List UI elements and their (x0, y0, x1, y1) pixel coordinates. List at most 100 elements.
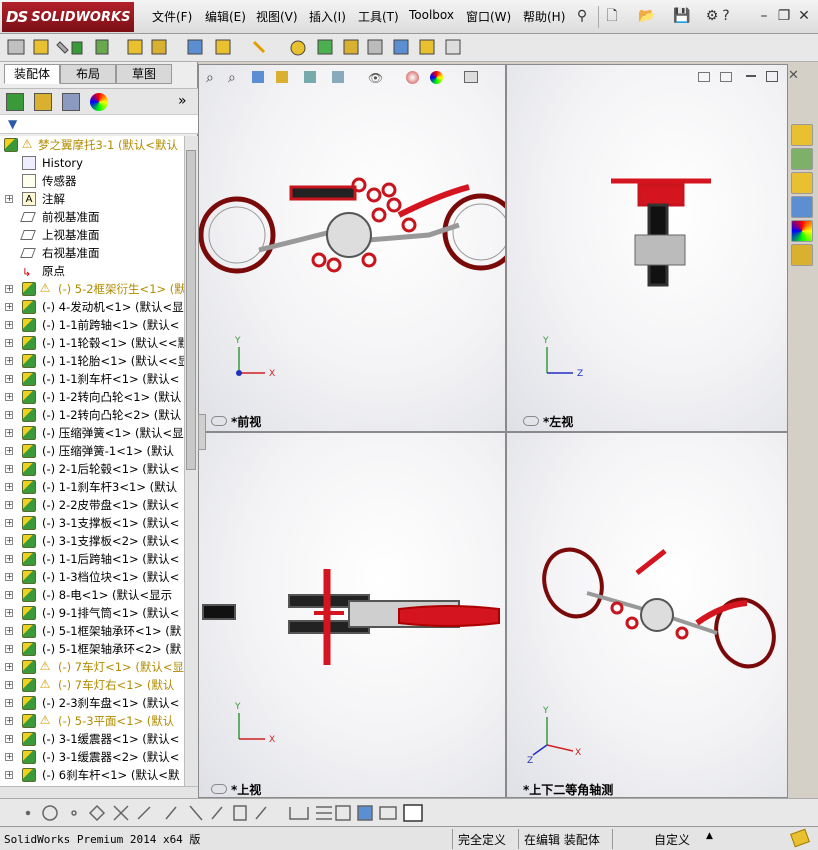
expand-plus-icon[interactable]: + (5, 519, 13, 527)
expand-plus-icon[interactable]: + (5, 411, 13, 419)
tree-item[interactable]: + (-) 6刹车杆<1> (默认<默 (0, 766, 184, 784)
expand-chevron-icon[interactable]: » (178, 93, 187, 109)
configuration-manager-icon[interactable] (62, 93, 80, 111)
pin-icon[interactable]: ⚲ (574, 8, 590, 24)
design-library-icon[interactable] (791, 148, 813, 170)
menu-insert[interactable]: 插入(I) (309, 8, 346, 26)
link-views-icon[interactable] (523, 416, 539, 426)
viewport-isometric[interactable]: Y X Z *上下二等角轴测 (506, 432, 788, 798)
tree-item[interactable]: + (-) 1-2转向凸轮<2> (默认 (0, 406, 184, 424)
file-explorer-icon[interactable] (791, 172, 813, 194)
expand-plus-icon[interactable]: + (5, 483, 13, 491)
expand-plus-icon[interactable]: + (5, 195, 13, 203)
tree-item[interactable]: + (-) 2-1后轮毂<1> (默认< (0, 460, 184, 478)
expand-plus-icon[interactable]: + (5, 321, 13, 329)
viewport-left[interactable]: Y Z *左视 (506, 64, 788, 432)
close-icon[interactable]: ✕ (796, 8, 812, 24)
tree-item[interactable]: 右视基准面 (0, 244, 184, 262)
expand-plus-icon[interactable]: + (5, 663, 13, 671)
tree-item[interactable]: + ⚠ (-) 5-3平面<1> (默认 (0, 712, 184, 730)
property-manager-icon[interactable] (34, 93, 52, 111)
tree-item[interactable]: + (-) 1-3档位块<1> (默认< (0, 568, 184, 586)
status-units-custom[interactable]: 自定义 (654, 831, 690, 847)
panel-collapse-handle[interactable] (198, 414, 206, 450)
menu-toolbox[interactable]: Toolbox (409, 8, 454, 26)
menu-edit[interactable]: 编辑(E) (205, 8, 246, 26)
section-view-icon[interactable] (276, 71, 288, 83)
save-icon[interactable]: 💾 (673, 8, 690, 24)
tab-sketch[interactable]: 草图 (116, 64, 172, 84)
tree-item[interactable]: + (-) 5-1框架轴承环<1> (默 (0, 622, 184, 640)
menu-help[interactable]: 帮助(H) (523, 8, 565, 26)
open-folder-icon[interactable]: 📂 (638, 8, 655, 24)
tree-item[interactable]: + (-) 2-3刹车盘<1> (默认< (0, 694, 184, 712)
filter-bar[interactable]: ▼ (0, 114, 198, 134)
tree-item[interactable]: History (0, 154, 184, 172)
tree-root[interactable]: ⚠ 梦之翼摩托3-1 (默认<默认 (0, 136, 184, 154)
view-palette-icon[interactable] (791, 196, 813, 218)
appearances-icon[interactable] (791, 220, 813, 242)
expand-plus-icon[interactable]: + (5, 303, 13, 311)
tree-item[interactable]: + (-) 2-2皮带盘<1> (默认< (0, 496, 184, 514)
tree-item[interactable]: + (-) 3-1支撑板<2> (默认< (0, 532, 184, 550)
tree-item[interactable]: + (-) 4-发动机<1> (默认<显 (0, 298, 184, 316)
tree-item[interactable]: + ⚠ (-) 7车灯<1> (默认<显 (0, 658, 184, 676)
expand-plus-icon[interactable]: + (5, 591, 13, 599)
expand-plus-icon[interactable]: + (5, 645, 13, 653)
viewport-front[interactable]: Y X *前视 (198, 64, 520, 432)
help-question-icon[interactable]: ? (718, 8, 734, 24)
tab-assembly[interactable]: 装配体 (4, 64, 60, 84)
tree-item[interactable]: + (-) 压缩弹簧-1<1> (默认 (0, 442, 184, 460)
tree-item[interactable]: + (-) 1-1前跨轴<1> (默认< (0, 316, 184, 334)
expand-plus-icon[interactable]: + (5, 339, 13, 347)
expand-plus-icon[interactable]: + (5, 699, 13, 707)
tile-right-icon[interactable] (720, 72, 732, 82)
viewport-close-icon[interactable]: ✕ (788, 68, 799, 83)
display-style-icon[interactable] (332, 71, 344, 83)
viewport-minimize-icon[interactable] (746, 75, 756, 77)
expand-plus-icon[interactable]: + (5, 753, 13, 761)
tree-item[interactable]: + (-) 8-电<1> (默认<显示 (0, 586, 184, 604)
menu-view[interactable]: 视图(V) (256, 8, 298, 26)
tree-item[interactable]: + (-) 3-1缓震器<2> (默认< (0, 748, 184, 766)
expand-plus-icon[interactable]: + (5, 429, 13, 437)
solidworks-logo[interactable]: DS SOLIDWORKS (2, 2, 134, 32)
expand-plus-icon[interactable]: + (5, 393, 13, 401)
hide-show-icon[interactable]: 👁 (368, 71, 383, 85)
expand-plus-icon[interactable]: + (5, 771, 13, 779)
tree-item[interactable]: 传感器 (0, 172, 184, 190)
tree-item[interactable]: 前视基准面 (0, 208, 184, 226)
tree-hscrollbar[interactable] (0, 786, 198, 798)
tab-layout[interactable]: 布局 (60, 64, 116, 84)
tree-scrollbar-thumb[interactable] (186, 150, 196, 470)
filter-icon[interactable]: ▼ (8, 117, 17, 131)
tree-item[interactable]: + (-) 1-1刹车杆<1> (默认< (0, 370, 184, 388)
display-manager-icon[interactable] (90, 93, 108, 111)
expand-plus-icon[interactable]: + (5, 681, 13, 689)
viewport-restore-icon[interactable] (766, 71, 778, 82)
custom-properties-icon[interactable] (791, 244, 813, 266)
tree-item[interactable]: + ⚠ (-) 7车灯右<1> (默认 (0, 676, 184, 694)
viewport-top[interactable]: Y X *上视 (198, 432, 506, 798)
tree-item[interactable]: + (-) 1-2转向凸轮<1> (默认 (0, 388, 184, 406)
expand-plus-icon[interactable]: + (5, 627, 13, 635)
expand-plus-icon[interactable]: + (5, 465, 13, 473)
expand-plus-icon[interactable]: + (5, 555, 13, 563)
expand-plus-icon[interactable]: + (5, 501, 13, 509)
solidworks-resources-icon[interactable] (791, 124, 813, 146)
feature-manager-icon[interactable] (6, 93, 24, 111)
expand-plus-icon[interactable]: + (5, 375, 13, 383)
tree-item[interactable]: + (-) 3-1缓震器<1> (默认< (0, 730, 184, 748)
expand-plus-icon[interactable]: + (5, 285, 13, 293)
menu-file[interactable]: 文件(F) (152, 8, 192, 26)
menu-window[interactable]: 窗口(W) (466, 8, 511, 26)
rebuild-tag-icon[interactable] (790, 828, 810, 848)
expand-plus-icon[interactable]: + (5, 447, 13, 455)
expand-plus-icon[interactable]: + (5, 537, 13, 545)
tree-item[interactable]: + ⚠ (-) 5-2框架衍生<1> (默认 (0, 280, 184, 298)
view-orientation-icon[interactable] (304, 71, 316, 83)
zoom-to-fit-icon[interactable]: ⌕ (206, 70, 214, 86)
tree-item[interactable]: + (-) 3-1支撑板<1> (默认< (0, 514, 184, 532)
tree-item[interactable]: + (-) 1-1刹车杆3<1> (默认 (0, 478, 184, 496)
expand-plus-icon[interactable]: + (5, 573, 13, 581)
